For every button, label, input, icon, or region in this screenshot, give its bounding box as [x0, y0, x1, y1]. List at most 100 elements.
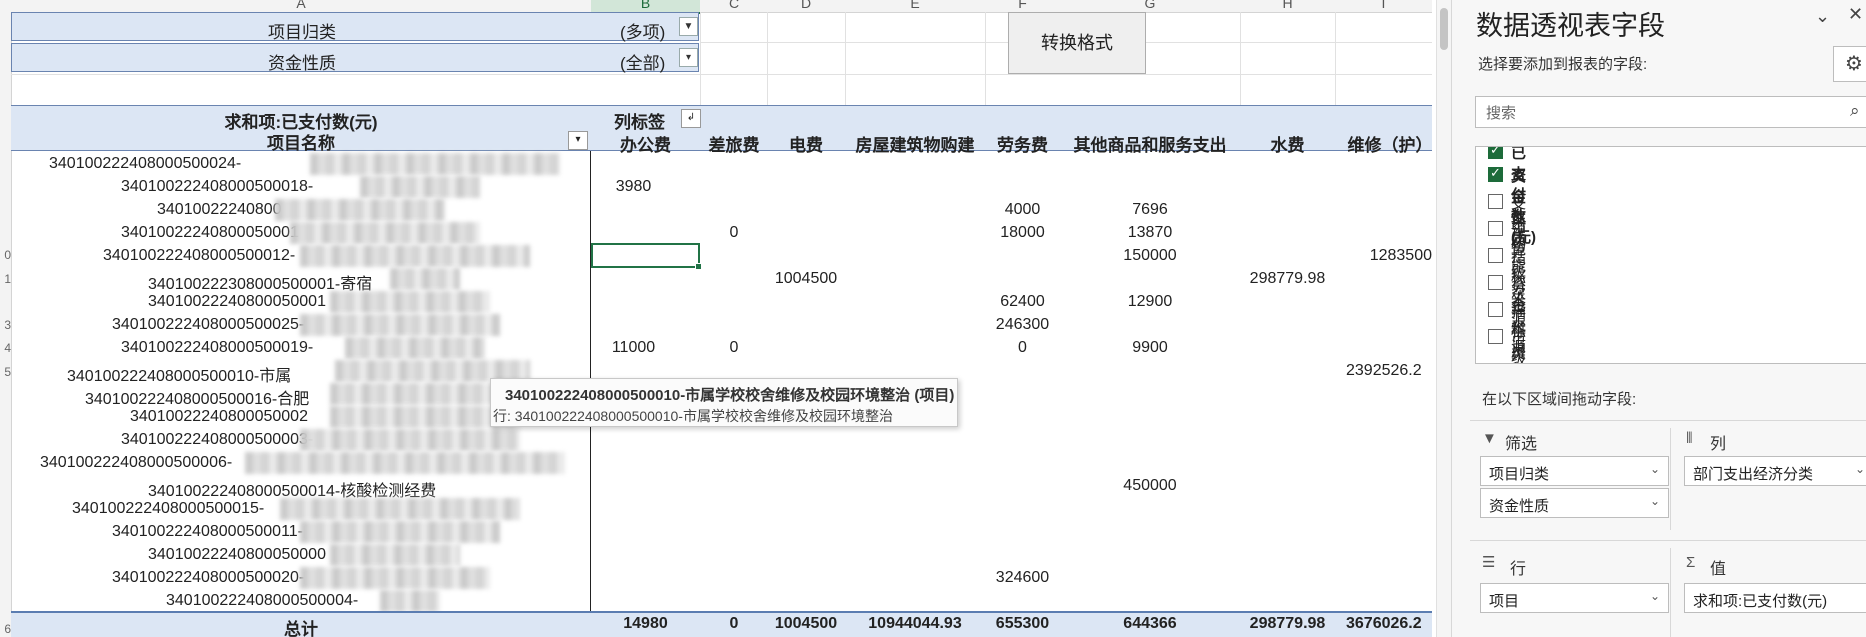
row-label[interactable]: 340100222408000500010-市属 — [67, 362, 291, 386]
row-label[interactable]: 340100222408000500004- — [166, 592, 358, 610]
data-cell[interactable]: 18000 — [985, 224, 1060, 242]
data-cell[interactable]: 0 — [985, 339, 1060, 357]
checkbox-checked-icon[interactable] — [1488, 147, 1503, 159]
data-cell[interactable]: 0 — [701, 339, 767, 357]
data-cell[interactable]: 11000 — [591, 339, 676, 357]
column-header-e[interactable]: E — [845, 0, 985, 12]
columns-area-item[interactable]: 部门支出经济分类 ⌄ — [1684, 456, 1866, 486]
column-label-header: 列标签 — [614, 113, 665, 132]
chevron-down-icon[interactable]: ⌄ — [1855, 462, 1865, 476]
checkbox-checked-icon[interactable] — [1488, 165, 1503, 182]
data-cell[interactable]: 246300 — [985, 316, 1060, 334]
column-label-dropdown-icon[interactable]: ↲ — [681, 109, 701, 128]
data-cell[interactable]: 12900 — [1060, 293, 1240, 311]
column-header-g[interactable]: G — [1060, 0, 1240, 12]
total-cell[interactable]: 655300 — [985, 615, 1060, 633]
data-cell[interactable]: 4000 — [985, 201, 1060, 219]
data-cell[interactable]: 450000 — [1060, 477, 1240, 495]
row-label[interactable]: 34010022240800050001 — [121, 224, 299, 242]
column-header-f[interactable]: F — [985, 0, 1060, 12]
gear-icon[interactable]: ⚙ — [1833, 46, 1866, 82]
row-label[interactable]: 340100222408000500019- — [121, 339, 313, 357]
row-number[interactable]: 5 — [0, 365, 11, 379]
filter-area-item[interactable]: 资金性质 ⌄ — [1480, 488, 1669, 518]
row-field-dropdown-icon[interactable]: ▾ — [568, 131, 588, 150]
data-cell[interactable]: 0 — [701, 224, 767, 242]
data-cell[interactable]: 3980 — [591, 178, 676, 196]
row-label[interactable]: 340100222408000500003- — [121, 431, 313, 449]
scrollbar-thumb[interactable] — [1440, 8, 1448, 50]
data-cell[interactable]: 324600 — [985, 569, 1060, 587]
row-label[interactable]: 34010022240800050001 — [148, 293, 326, 311]
drag-hint: 在以下区域间拖动字段: — [1482, 391, 1637, 408]
row-number[interactable]: 6 — [0, 622, 11, 636]
col-header-cell: 水费 — [1270, 136, 1305, 155]
row-label[interactable]: 34010022240800050000 — [148, 546, 326, 564]
checkbox-icon[interactable] — [1488, 275, 1503, 290]
total-cell[interactable]: 1004500 — [767, 615, 845, 633]
row-label[interactable]: 34010022240800050002 — [130, 408, 308, 426]
grid-line — [1335, 12, 1336, 105]
data-cell[interactable]: 2392526.2 — [1346, 362, 1422, 380]
row-label[interactable]: 340100222408000500011- — [112, 523, 303, 541]
column-header-h[interactable]: H — [1240, 0, 1335, 12]
grid-line — [700, 12, 701, 105]
data-cell[interactable]: 1004500 — [767, 270, 845, 288]
checkbox-icon[interactable] — [1488, 221, 1503, 236]
total-cell[interactable]: 298779.98 — [1240, 615, 1335, 633]
filter-value: (全部) — [620, 54, 666, 73]
data-cell[interactable]: 13870 — [1060, 224, 1240, 242]
total-cell[interactable]: 10944044.93 — [845, 615, 985, 633]
row-label[interactable]: 340100222408000500018- — [121, 178, 313, 196]
checkbox-icon[interactable] — [1488, 329, 1503, 344]
total-cell[interactable]: 644366 — [1060, 615, 1240, 633]
vertical-scrollbar[interactable] — [1436, 0, 1451, 637]
field-search-input[interactable] — [1484, 101, 1848, 125]
row-label[interactable]: 340100222408000500025- — [112, 316, 304, 334]
total-cell[interactable]: 14980 — [591, 615, 700, 633]
data-cell[interactable]: 1283500 — [1335, 247, 1432, 265]
chevron-down-icon[interactable]: ⌄ — [1650, 494, 1660, 508]
checkbox-icon[interactable] — [1488, 194, 1503, 209]
row-label[interactable]: 340100222408000500012- — [103, 247, 295, 265]
data-cell[interactable]: 7696 — [1060, 201, 1240, 219]
row-label[interactable]: 34010022240800050002​4- — [49, 155, 241, 173]
data-cell[interactable]: 150000 — [1060, 247, 1240, 265]
row-number[interactable]: 0 — [0, 248, 11, 262]
chevron-down-icon[interactable]: ⌄ — [1650, 462, 1660, 476]
column-header-c[interactable]: C — [701, 0, 767, 12]
filter-funnel-icon[interactable]: ▼ — [679, 17, 698, 36]
column-header-d[interactable]: D — [767, 0, 845, 12]
column-header-a[interactable]: A — [12, 0, 590, 12]
field-search-box[interactable]: ⌕ — [1475, 96, 1866, 128]
filter-label: 项目归类 — [268, 23, 336, 42]
filter-area-label: 筛选 — [1505, 436, 1538, 453]
data-cell[interactable]: 62400 — [985, 293, 1060, 311]
row-label[interactable]: 340100222408000500015- — [72, 500, 264, 518]
checkbox-icon[interactable] — [1488, 248, 1503, 263]
values-area-item[interactable]: 求和项:已支付数(元) — [1684, 583, 1866, 613]
active-cell[interactable] — [591, 243, 702, 270]
redacted-patch — [300, 567, 490, 589]
rows-area-item[interactable]: 项目 ⌄ — [1480, 583, 1669, 613]
chevron-down-icon[interactable]: ⌄ — [1650, 589, 1660, 603]
spreadsheet-grid[interactable]: A B C D E F G H I 0 1 3 4 5 6 项目归类 (多项) … — [0, 0, 1432, 637]
close-icon[interactable]: ✕ — [1848, 4, 1863, 25]
checkbox-icon[interactable] — [1488, 302, 1503, 317]
row-label[interactable]: 340100222408000500020- — [112, 569, 304, 587]
row-label[interactable]: 340100222408000500016-合肥 — [85, 385, 309, 409]
dropdown-arrow-icon[interactable]: ▾ — [679, 48, 698, 67]
chevron-down-icon[interactable]: ⌄ — [1815, 6, 1830, 27]
row-number[interactable]: 1 — [0, 272, 11, 286]
total-cell[interactable]: 0 — [701, 615, 767, 633]
filter-area-item[interactable]: 项目归类 ⌄ — [1480, 456, 1669, 486]
total-cell[interactable]: 3676026.2 — [1346, 615, 1422, 633]
row-number[interactable]: 3 — [0, 318, 11, 332]
convert-format-button[interactable]: 转换格式 — [1008, 12, 1146, 74]
column-header-i[interactable]: I — [1335, 0, 1432, 12]
data-cell[interactable]: 298779.98 — [1240, 270, 1335, 288]
data-cell[interactable]: 9900 — [1060, 339, 1240, 357]
row-label[interactable]: 34010022240800 — [157, 201, 282, 219]
row-label[interactable]: 340100222408000500006- — [40, 454, 232, 472]
row-number[interactable]: 4 — [0, 341, 11, 355]
